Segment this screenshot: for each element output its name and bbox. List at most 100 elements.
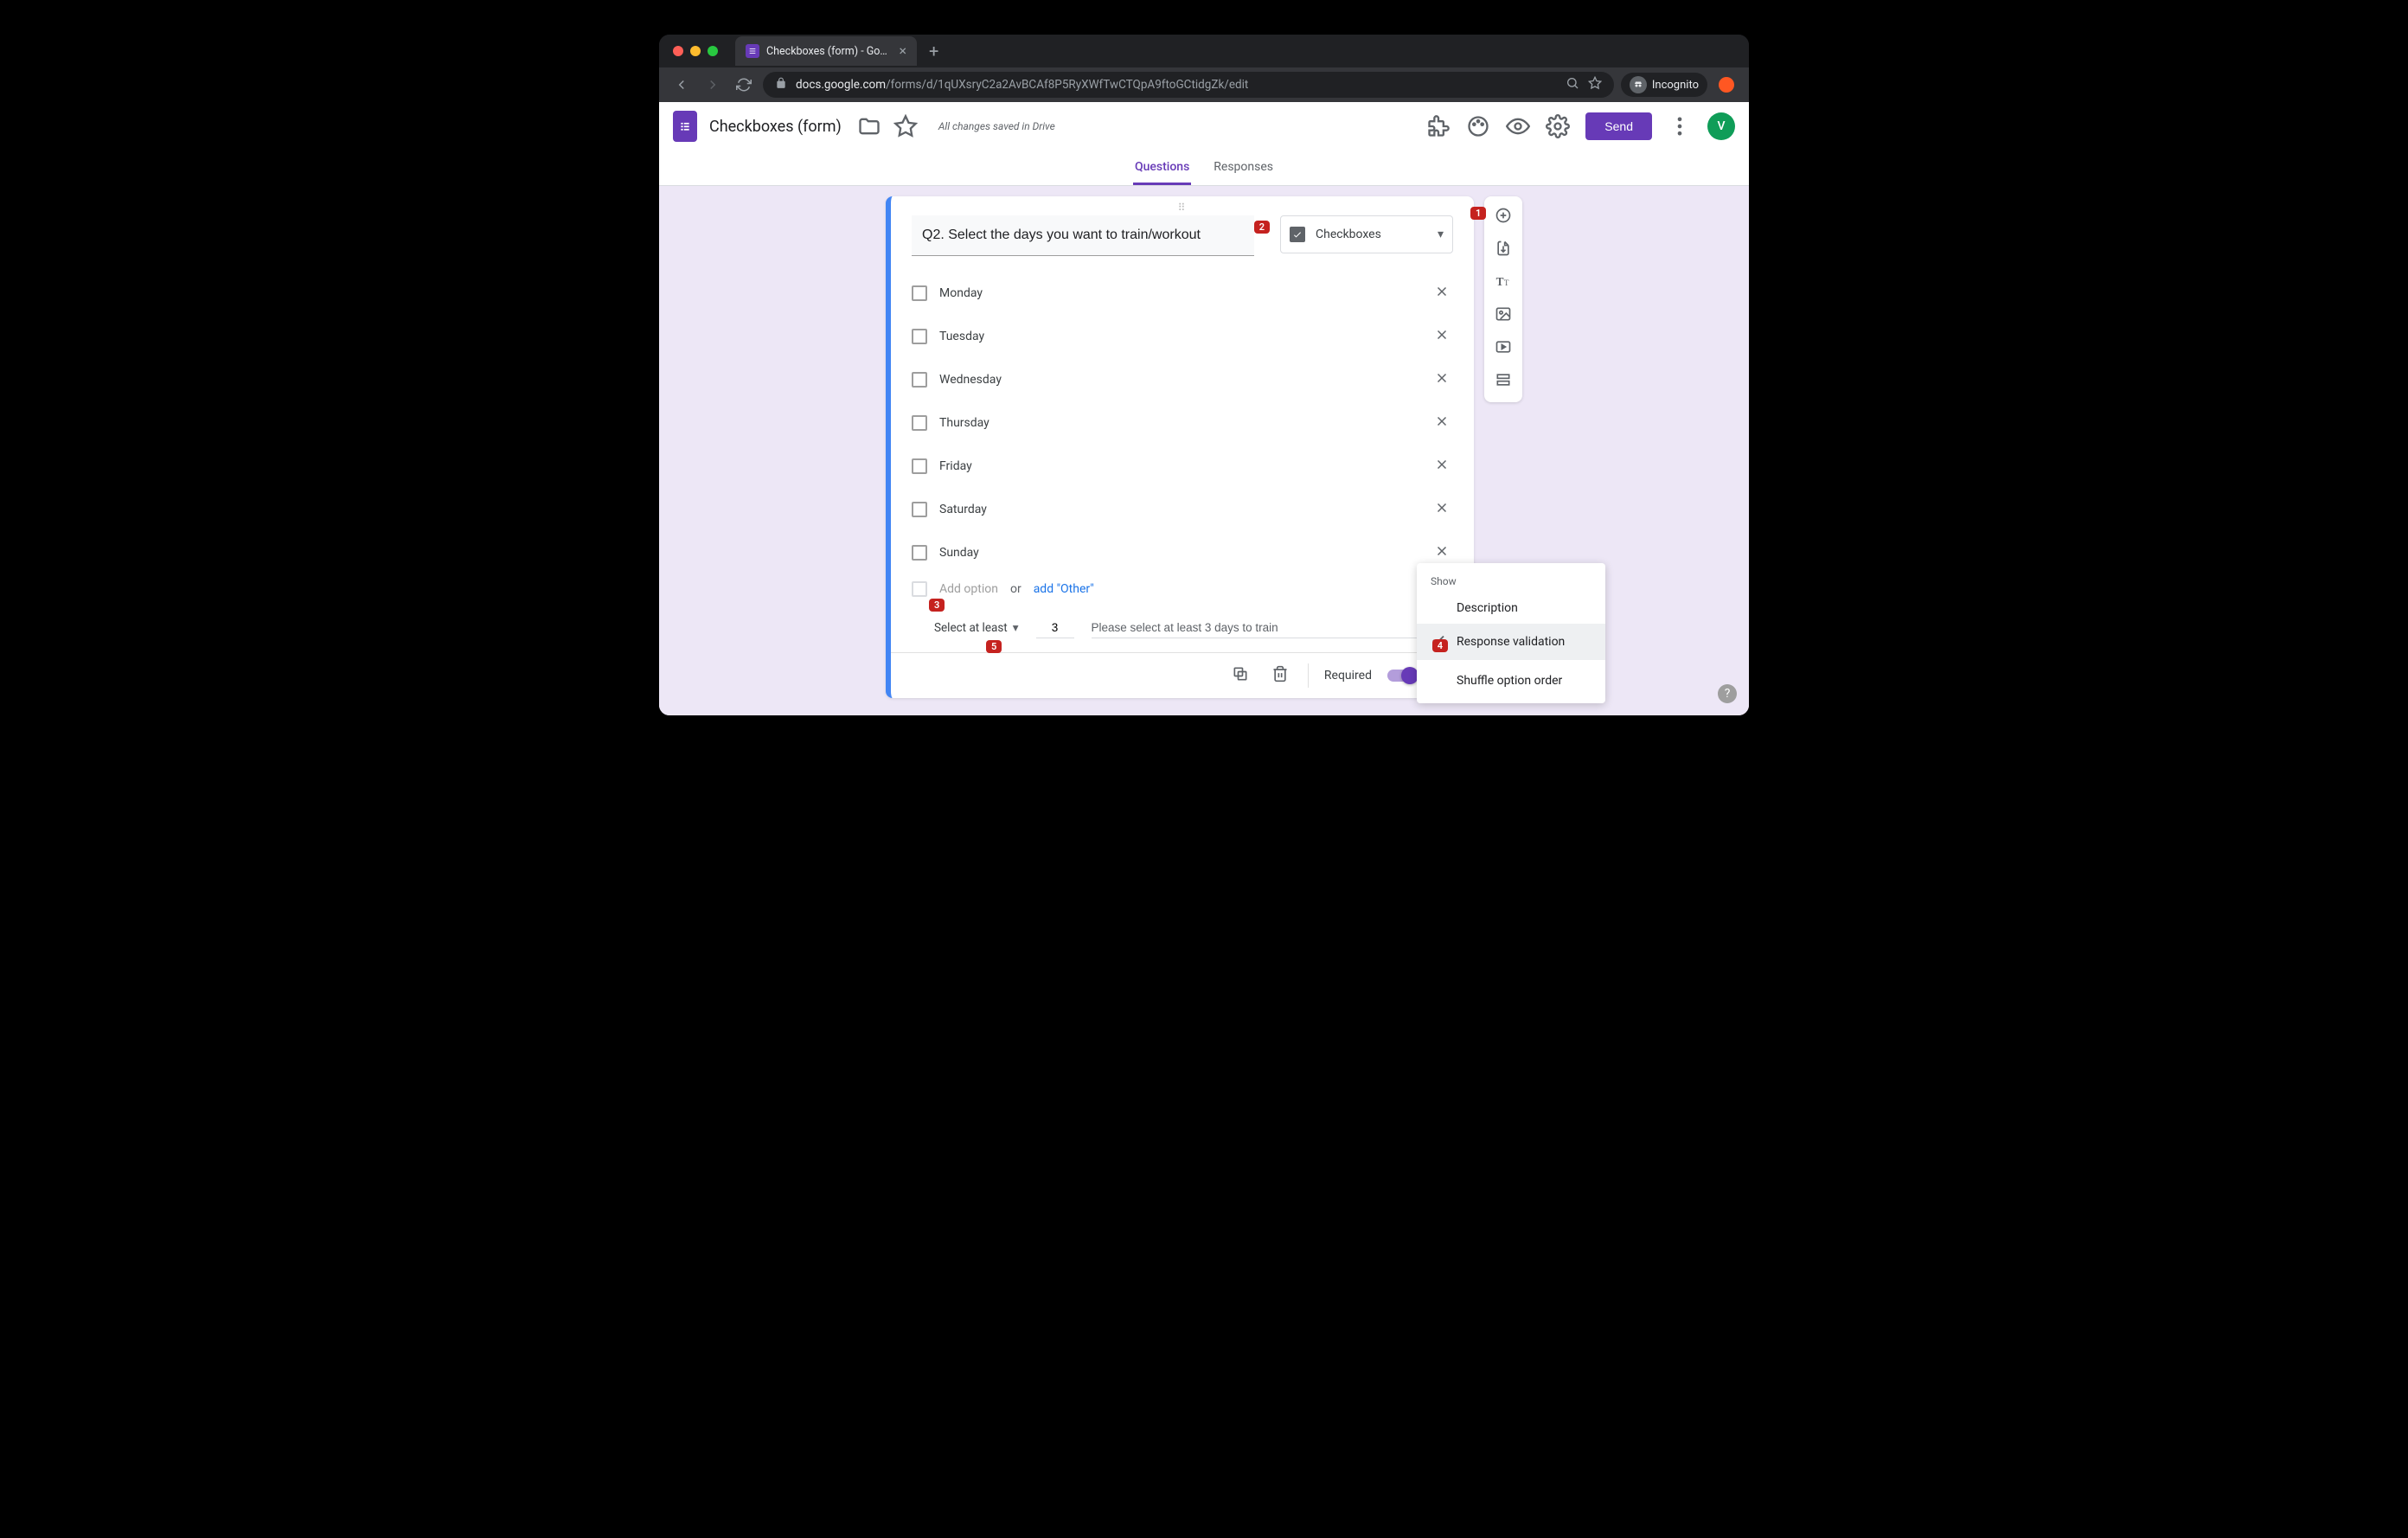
tab-close-icon[interactable]: × bbox=[899, 44, 906, 58]
window-controls bbox=[673, 46, 718, 56]
remove-option-icon[interactable] bbox=[1431, 324, 1453, 349]
reload-button[interactable] bbox=[732, 73, 756, 97]
drag-handle-icon[interactable]: ⠿ bbox=[891, 196, 1474, 215]
remove-option-icon[interactable] bbox=[1431, 410, 1453, 436]
tab-questions[interactable]: Questions bbox=[1133, 151, 1191, 185]
menu-item-label: Response validation bbox=[1457, 635, 1565, 649]
tab-responses[interactable]: Responses bbox=[1212, 151, 1275, 185]
checkbox-icon bbox=[912, 458, 927, 474]
more-vert-icon[interactable] bbox=[1668, 114, 1692, 138]
option-row[interactable]: Monday bbox=[912, 272, 1453, 315]
add-option-placeholder[interactable]: Add option bbox=[939, 582, 998, 596]
new-tab-button[interactable]: + bbox=[917, 41, 951, 61]
option-label[interactable]: Tuesday bbox=[939, 330, 1419, 343]
remove-option-icon[interactable] bbox=[1431, 497, 1453, 522]
editor-side-toolbar: TT bbox=[1484, 196, 1522, 402]
url-text: docs.google.com/forms/d/1qUXsryC2a2AvBCA… bbox=[796, 78, 1248, 92]
close-window-button[interactable] bbox=[673, 46, 683, 56]
option-label[interactable]: Thursday bbox=[939, 416, 1419, 430]
duplicate-icon[interactable] bbox=[1228, 662, 1252, 689]
addons-icon[interactable] bbox=[1426, 114, 1451, 138]
question-card[interactable]: ⠿ 2 Checkboxes ▾ bbox=[886, 196, 1474, 698]
validation-error-input[interactable] bbox=[1092, 618, 1432, 638]
add-video-icon[interactable] bbox=[1493, 336, 1514, 361]
option-row[interactable]: Sunday bbox=[912, 531, 1453, 574]
annotation-badge-4: 4 bbox=[1432, 639, 1448, 652]
annotation-badge-2: 2 bbox=[1254, 221, 1270, 234]
tab-title: Checkboxes (form) - Google Fo bbox=[766, 45, 892, 58]
checkbox-icon bbox=[912, 372, 927, 388]
option-label[interactable]: Saturday bbox=[939, 503, 1419, 516]
bookmark-star-icon[interactable] bbox=[1588, 76, 1602, 93]
remove-option-icon[interactable] bbox=[1431, 453, 1453, 479]
browser-toolbar: docs.google.com/forms/d/1qUXsryC2a2AvBCA… bbox=[659, 67, 1749, 102]
option-label[interactable]: Friday bbox=[939, 459, 1419, 473]
star-icon[interactable] bbox=[893, 114, 918, 138]
avatar[interactable]: V bbox=[1707, 112, 1735, 140]
remove-option-icon[interactable] bbox=[1431, 367, 1453, 393]
help-icon[interactable]: ? bbox=[1718, 684, 1737, 703]
option-label[interactable]: Monday bbox=[939, 286, 1419, 300]
remove-option-icon[interactable] bbox=[1431, 540, 1453, 566]
incognito-icon bbox=[1630, 76, 1647, 93]
preview-icon[interactable] bbox=[1506, 114, 1530, 138]
browser-tabbar: Checkboxes (form) - Google Fo × + bbox=[659, 35, 1749, 67]
lock-icon bbox=[775, 77, 787, 93]
required-label: Required bbox=[1324, 669, 1372, 682]
option-row[interactable]: Wednesday bbox=[912, 358, 1453, 401]
chevron-down-icon: ▾ bbox=[1013, 621, 1019, 635]
address-bar[interactable]: docs.google.com/forms/d/1qUXsryC2a2AvBCA… bbox=[763, 72, 1614, 98]
add-other-link[interactable]: add "Other" bbox=[1034, 582, 1094, 596]
palette-icon[interactable] bbox=[1466, 114, 1490, 138]
annotation-badge-1: 1 bbox=[1470, 207, 1486, 220]
add-title-icon[interactable]: TT bbox=[1493, 271, 1514, 295]
option-row[interactable]: Thursday bbox=[912, 401, 1453, 445]
remove-option-icon[interactable] bbox=[1431, 280, 1453, 306]
checkbox-icon bbox=[912, 545, 927, 561]
option-label[interactable]: Sunday bbox=[939, 546, 1419, 560]
zoom-icon[interactable] bbox=[1566, 76, 1579, 93]
minimize-window-button[interactable] bbox=[690, 46, 701, 56]
question-type-select[interactable]: Checkboxes ▾ bbox=[1280, 215, 1453, 253]
incognito-badge: Incognito bbox=[1621, 73, 1707, 97]
menu-item-shuffle[interactable]: Shuffle option order bbox=[1417, 665, 1605, 696]
maximize-window-button[interactable] bbox=[708, 46, 718, 56]
option-row[interactable]: Friday bbox=[912, 445, 1453, 488]
add-section-icon[interactable] bbox=[1493, 369, 1514, 394]
editor-canvas: ⠿ 2 Checkboxes ▾ bbox=[659, 186, 1749, 715]
menu-item-description[interactable]: Description bbox=[1417, 593, 1605, 624]
browser-tab[interactable]: Checkboxes (form) - Google Fo × bbox=[735, 36, 917, 66]
annotation-badge-3: 3 bbox=[929, 599, 945, 612]
validation-rule-label: Select at least bbox=[934, 621, 1008, 635]
send-button[interactable]: Send bbox=[1585, 112, 1652, 140]
forms-logo-icon[interactable] bbox=[673, 111, 697, 142]
question-options-menu: Show Description Response validation bbox=[1417, 563, 1605, 703]
add-question-icon[interactable] bbox=[1493, 205, 1514, 229]
doc-title[interactable]: Checkboxes (form) bbox=[709, 118, 842, 136]
or-text: or bbox=[1010, 582, 1021, 596]
forward-button[interactable] bbox=[701, 73, 725, 97]
option-label[interactable]: Wednesday bbox=[939, 373, 1419, 387]
validation-rule-select[interactable]: Select at least ▾ bbox=[934, 621, 1019, 635]
validation-number-input[interactable] bbox=[1036, 618, 1074, 638]
checkbox-icon bbox=[912, 329, 927, 344]
back-button[interactable] bbox=[669, 73, 694, 97]
app-header: Checkboxes (form) All changes saved in D… bbox=[659, 102, 1749, 151]
required-toggle[interactable] bbox=[1387, 670, 1417, 682]
import-questions-icon[interactable] bbox=[1493, 238, 1514, 262]
option-row[interactable]: Tuesday bbox=[912, 315, 1453, 358]
menu-item-label: Description bbox=[1457, 601, 1518, 615]
settings-gear-icon[interactable] bbox=[1546, 114, 1570, 138]
checkbox-icon bbox=[912, 581, 927, 597]
option-row[interactable]: Saturday bbox=[912, 488, 1453, 531]
form-tabs: Questions Responses bbox=[659, 151, 1749, 186]
delete-icon[interactable] bbox=[1268, 662, 1292, 689]
extensions-icon[interactable] bbox=[1714, 73, 1739, 97]
question-title-input[interactable] bbox=[912, 215, 1254, 256]
folder-icon[interactable] bbox=[857, 114, 881, 138]
add-option-row: Add option or add "Other" 3 bbox=[912, 574, 1453, 606]
svg-text:T: T bbox=[1504, 279, 1509, 287]
checkbox-icon bbox=[912, 285, 927, 301]
annotation-badge-5: 5 bbox=[986, 640, 1002, 653]
add-image-icon[interactable] bbox=[1493, 304, 1514, 328]
